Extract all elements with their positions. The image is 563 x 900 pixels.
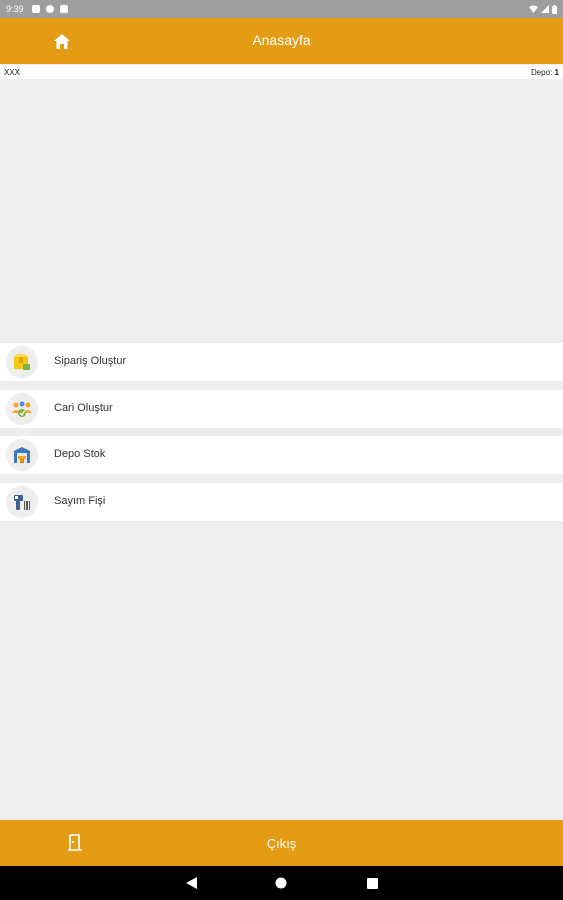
menu-item-label: Sayım Fişi bbox=[54, 495, 106, 507]
sd-card-icon bbox=[59, 5, 68, 13]
warehouse-icon bbox=[6, 439, 38, 471]
exit-label: Çıkış bbox=[266, 836, 297, 851]
menu-item-sayim-fisi[interactable]: Sayım Fişi bbox=[0, 483, 563, 521]
status-right bbox=[526, 4, 557, 14]
user-name: XXX bbox=[4, 68, 21, 77]
menu-item-label: Sipariş Oluştur bbox=[54, 355, 127, 367]
notification-icon bbox=[45, 5, 54, 13]
app-bar: Anasayfa bbox=[0, 18, 563, 64]
status-left: 9:39 bbox=[6, 4, 74, 14]
battery-icon bbox=[552, 4, 557, 14]
menu-item-label: Cari Oluştur bbox=[54, 402, 113, 414]
circle-home-icon bbox=[275, 877, 287, 889]
system-nav-bar bbox=[0, 866, 563, 900]
status-time: 9:39 bbox=[6, 4, 24, 14]
depo-info: Depo: 1 bbox=[531, 68, 559, 77]
signal-icon bbox=[541, 5, 549, 13]
info-strip: XXX Depo: 1 bbox=[0, 65, 563, 79]
square-recents-icon bbox=[366, 877, 378, 889]
recents-button[interactable] bbox=[365, 876, 379, 890]
menu-item-label: Depo Stok bbox=[54, 448, 106, 460]
wifi-icon bbox=[529, 5, 538, 13]
exit-button[interactable]: Çıkış bbox=[0, 820, 563, 866]
order-box-icon bbox=[6, 346, 38, 378]
notification-icon bbox=[31, 5, 40, 13]
barcode-scanner-icon bbox=[6, 486, 38, 518]
home-system-button[interactable] bbox=[274, 876, 288, 890]
menu-item-siparis-olustur[interactable]: Sipariş Oluştur bbox=[0, 343, 563, 381]
menu-item-cari-olustur[interactable]: Cari Oluştur bbox=[0, 390, 563, 428]
menu-item-depo-stok[interactable]: Depo Stok bbox=[0, 436, 563, 474]
page-title: Anasayfa bbox=[252, 32, 311, 48]
depo-label: Depo: bbox=[530, 68, 553, 77]
depo-value: 1 bbox=[554, 68, 559, 77]
back-button[interactable] bbox=[184, 876, 198, 890]
status-bar: 9:39 bbox=[0, 0, 563, 18]
back-triangle-icon bbox=[185, 877, 197, 889]
customer-icon bbox=[6, 393, 38, 425]
